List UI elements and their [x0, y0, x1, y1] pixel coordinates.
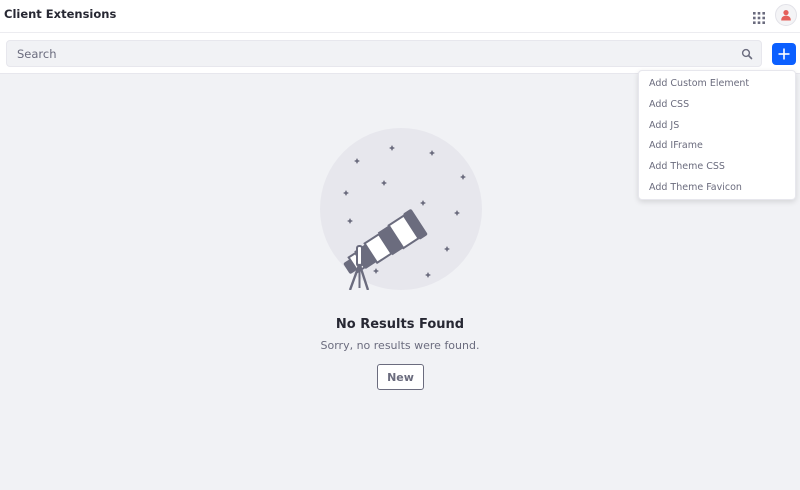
plus-icon — [778, 48, 790, 60]
menu-item-add-js[interactable]: Add JS — [639, 116, 795, 137]
apps-grid-icon[interactable] — [753, 9, 765, 24]
search-input[interactable] — [7, 41, 727, 66]
menu-item-add-theme-favicon[interactable]: Add Theme Favicon — [639, 178, 795, 199]
menu-item-add-custom-element[interactable]: Add Custom Element — [639, 74, 795, 95]
add-dropdown-menu: Add Custom Element Add CSS Add JS Add IF… — [638, 70, 796, 200]
menu-item-add-theme-css[interactable]: Add Theme CSS — [639, 157, 795, 178]
user-icon — [781, 10, 791, 21]
telescope-illustration — [320, 128, 482, 290]
empty-state-description: Sorry, no results were found. — [320, 339, 480, 352]
empty-state-title: No Results Found — [335, 317, 465, 332]
search-box — [6, 40, 762, 67]
app-title: Client Extensions — [4, 7, 117, 21]
management-toolbar — [0, 33, 800, 74]
menu-item-add-css[interactable]: Add CSS — [639, 95, 795, 116]
new-button[interactable]: New — [377, 364, 424, 390]
search-icon[interactable] — [741, 48, 753, 60]
user-avatar[interactable] — [775, 4, 797, 26]
top-bar: Client Extensions — [0, 0, 800, 33]
add-button[interactable] — [772, 43, 796, 65]
menu-item-add-iframe[interactable]: Add IFrame — [639, 136, 795, 157]
